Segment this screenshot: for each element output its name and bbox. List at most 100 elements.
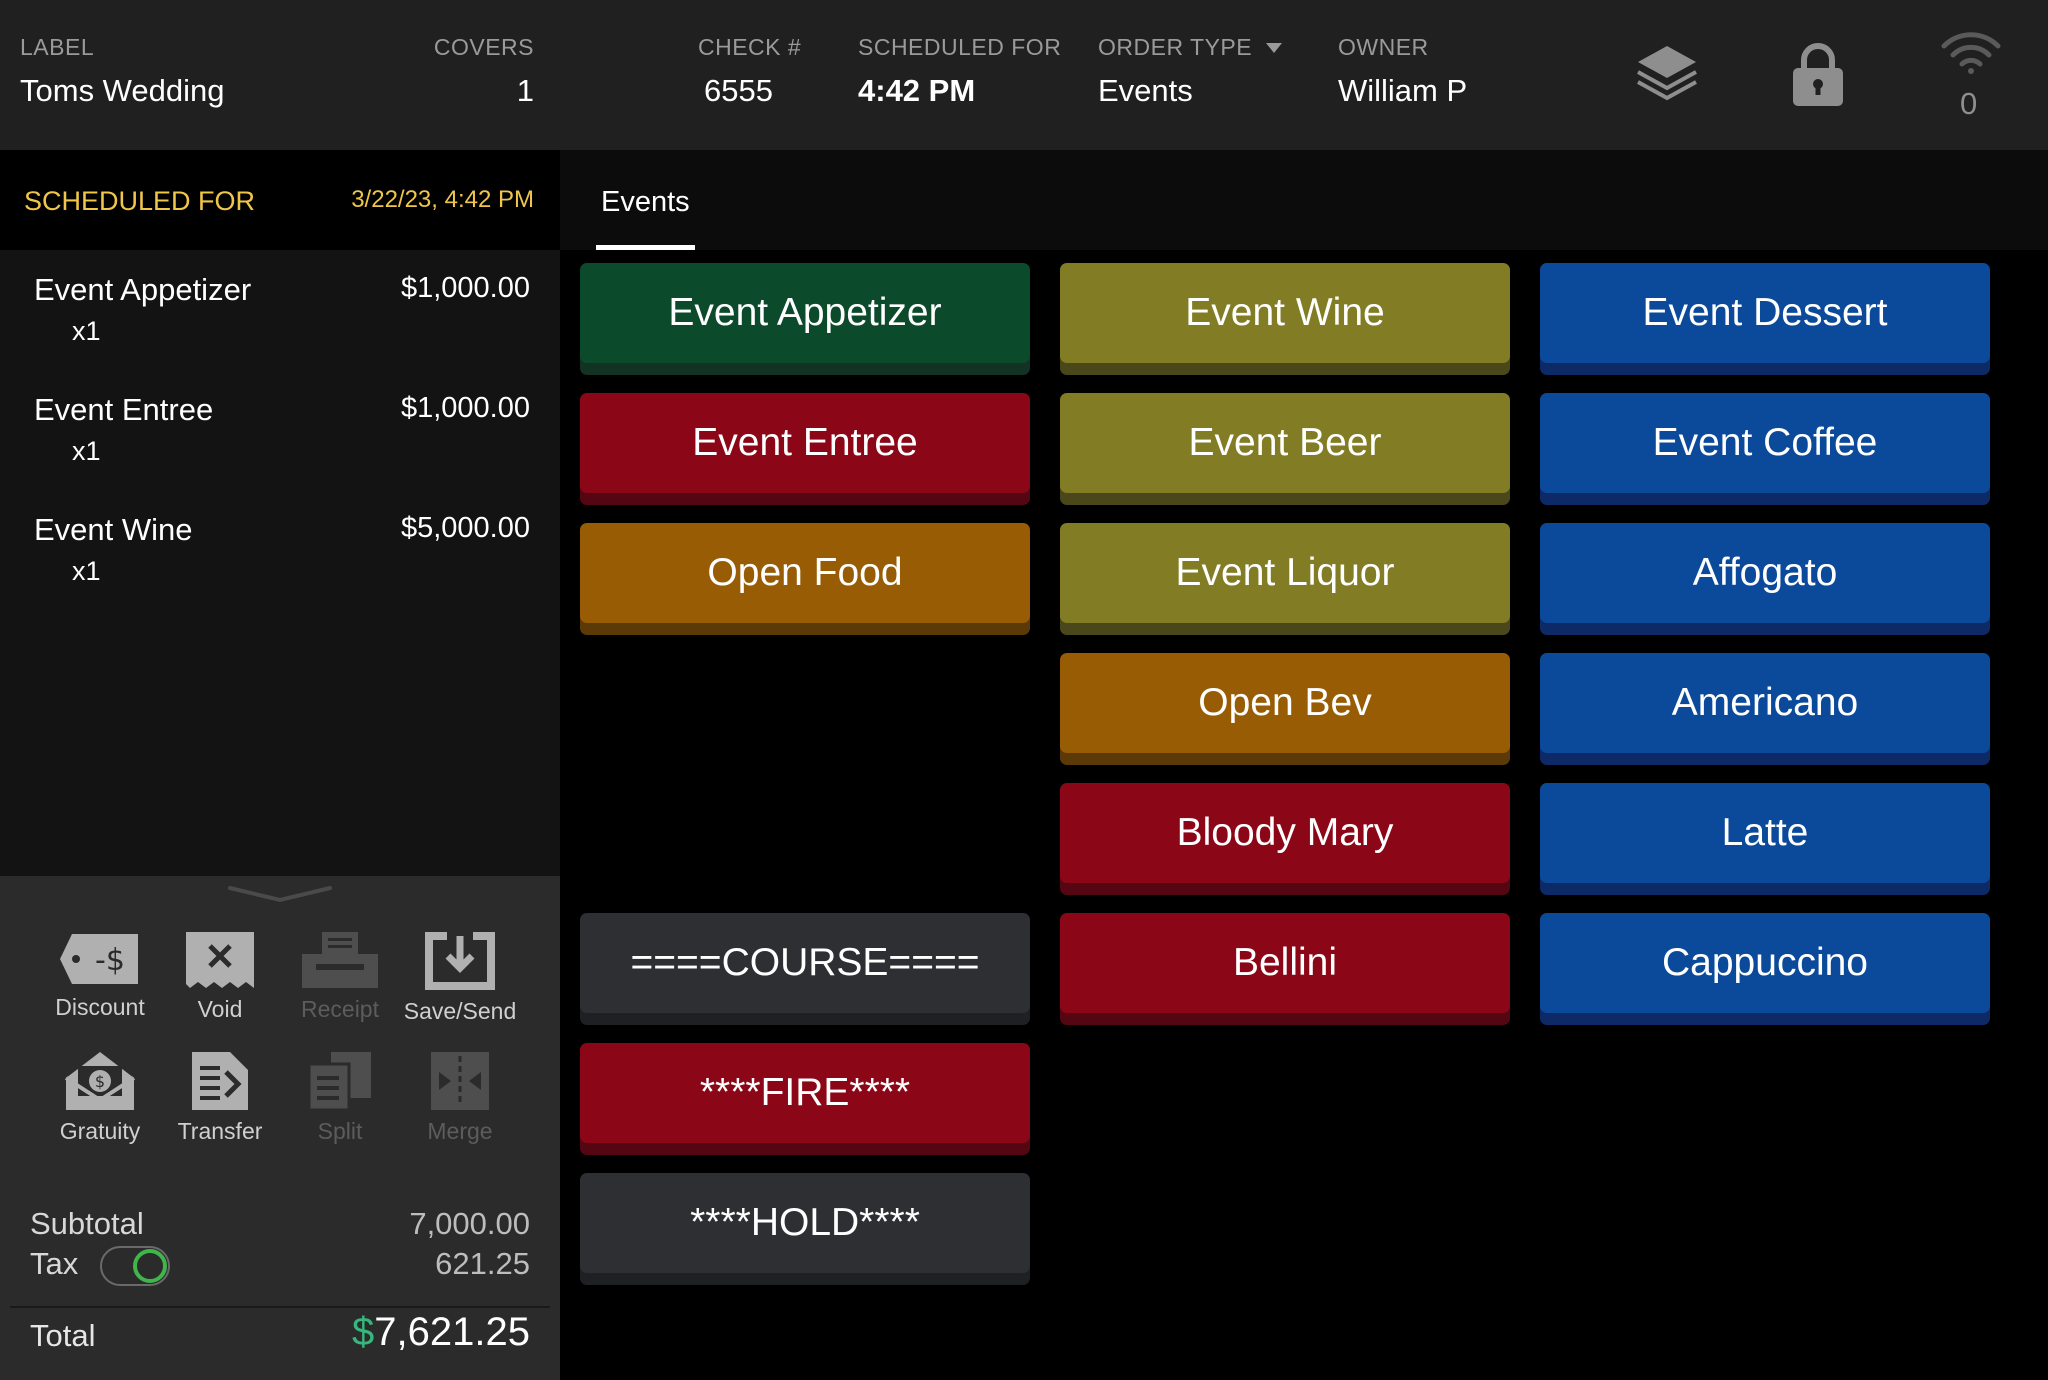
wifi-icon[interactable] (1940, 30, 2002, 79)
owner-value: William P (1338, 73, 1468, 108)
label-caption: LABEL (20, 34, 95, 60)
order-item-price: $1,000.00 (400, 392, 530, 424)
covers-value: 1 (516, 73, 534, 108)
fire-button[interactable]: ****FIRE**** (580, 1043, 1030, 1143)
order-type-caption: ORDER TYPE (1098, 34, 1283, 61)
menu-item-bellini[interactable]: Bellini (1060, 913, 1510, 1013)
order-line-item[interactable]: Event Wine x1 $5,000.00 (34, 512, 530, 622)
subtotal-row: Subtotal 7,000.00 (30, 1206, 530, 1246)
wifi-count: 0 (1960, 86, 1978, 121)
scheduled-field[interactable]: SCHEDULED FOR 4:42 PM (858, 34, 1061, 109)
check-field: CHECK # 6555 (698, 34, 801, 109)
scheduled-caption: SCHEDULED FOR (858, 34, 1062, 60)
actions-panel: -$ Discount Void Receipt Save/Send $ Gra… (0, 876, 560, 1380)
tax-toggle-knob (133, 1249, 167, 1283)
order-line-item[interactable]: Event Entree x1 $1,000.00 (34, 392, 530, 502)
menu-item-event-wine[interactable]: Event Wine (1060, 263, 1510, 363)
covers-field[interactable]: COVERS 1 (433, 34, 534, 109)
merge-button[interactable]: Merge (400, 1050, 520, 1160)
menu-item-bloody-mary[interactable]: Bloody Mary (1060, 783, 1510, 883)
menu-item-affogato[interactable]: Affogato (1540, 523, 1990, 623)
order-line-item[interactable]: Event Appetizer x1 $1,000.00 (34, 272, 530, 382)
svg-text:$: $ (95, 1072, 105, 1091)
void-receipt-icon (186, 932, 254, 988)
layers-icon[interactable] (1634, 42, 1700, 109)
save-send-icon (425, 932, 495, 990)
save-send-label: Save/Send (403, 998, 517, 1024)
printer-icon (302, 932, 378, 988)
hold-button[interactable]: ****HOLD**** (580, 1173, 1030, 1273)
menu-tab-bar: Events (560, 150, 2048, 250)
merge-label: Merge (427, 1118, 493, 1144)
menu-item-open-food[interactable]: Open Food (580, 523, 1030, 623)
void-label: Void (197, 996, 243, 1022)
menu-item-open-bev[interactable]: Open Bev (1060, 653, 1510, 753)
scheduled-bar-label: SCHEDULED FOR (24, 186, 256, 216)
gratuity-label: Gratuity (59, 1118, 141, 1144)
lock-icon[interactable] (1790, 40, 1846, 113)
totals-divider (10, 1306, 550, 1308)
menu-item-americano[interactable]: Americano (1540, 653, 1990, 753)
menu-item-latte[interactable]: Latte (1540, 783, 1990, 883)
discount-tag-icon: -$ (60, 934, 138, 984)
gratuity-button[interactable]: $ Gratuity (40, 1050, 160, 1160)
menu-item-event-entree[interactable]: Event Entree (580, 393, 1030, 493)
save-send-button[interactable]: Save/Send (400, 930, 520, 1040)
menu-item-event-coffee[interactable]: Event Coffee (1540, 393, 1990, 493)
transfer-label: Transfer (177, 1118, 263, 1144)
tab-events-label: Events (601, 186, 690, 218)
subtotal-label: Subtotal (30, 1206, 144, 1241)
menu-item-event-appetizer[interactable]: Event Appetizer (580, 263, 1030, 363)
order-panel: SCHEDULED FOR 3/22/23, 4:42 PM Event App… (0, 150, 560, 1380)
chevron-down-icon (1266, 42, 1283, 53)
scheduled-value: 4:42 PM (858, 73, 976, 108)
owner-caption: OWNER (1338, 34, 1429, 60)
discount-label: Discount (55, 994, 145, 1020)
menu-item-cappuccino[interactable]: Cappuccino (1540, 913, 1990, 1013)
tab-events[interactable]: Events (596, 150, 695, 250)
transfer-button[interactable]: Transfer (160, 1050, 280, 1160)
menu-item-event-liquor[interactable]: Event Liquor (1060, 523, 1510, 623)
gratuity-envelope-icon: $ (64, 1052, 136, 1110)
order-type-field[interactable]: ORDER TYPE Events (1098, 34, 1283, 109)
svg-text:-$: -$ (95, 943, 125, 978)
split-label: Split (317, 1118, 363, 1144)
void-button[interactable]: Void (160, 930, 280, 1040)
receipt-button[interactable]: Receipt (280, 930, 400, 1040)
check-caption: CHECK # (698, 34, 802, 60)
tab-active-indicator (596, 245, 695, 250)
tax-value: 621.25 (435, 1246, 530, 1281)
transfer-icon (192, 1052, 248, 1110)
course-button[interactable]: ====COURSE==== (580, 913, 1030, 1013)
total-currency: $ (352, 1310, 375, 1354)
label-value: Toms Wedding (20, 73, 225, 108)
header-bar: LABEL Toms Wedding COVERS 1 CHECK # 6555… (0, 0, 2048, 150)
total-value: $7,621.25 (352, 1310, 530, 1355)
order-item-qty: x1 (72, 556, 101, 586)
merge-icon (431, 1052, 489, 1110)
order-item-name: Event Appetizer (34, 272, 252, 307)
order-type-value: Events (1098, 73, 1193, 108)
order-item-name: Event Wine (34, 512, 193, 547)
split-button[interactable]: Split (280, 1050, 400, 1160)
total-label: Total (30, 1318, 96, 1353)
scheduled-bar-date: 3/22/23, 4:42 PM (351, 186, 534, 213)
tax-toggle[interactable] (100, 1246, 170, 1286)
covers-caption: COVERS (433, 34, 534, 60)
scheduled-bar[interactable]: SCHEDULED FOR 3/22/23, 4:42 PM (0, 150, 560, 250)
label-field[interactable]: LABEL Toms Wedding (20, 34, 224, 109)
tax-label: Tax (30, 1246, 79, 1281)
discount-button[interactable]: -$ Discount (40, 930, 160, 1040)
owner-field[interactable]: OWNER William P (1338, 34, 1467, 109)
check-value: 6555 (704, 73, 773, 108)
order-item-name: Event Entree (34, 392, 214, 427)
panel-grip-chevron-icon[interactable] (228, 884, 332, 909)
order-item-price: $5,000.00 (400, 512, 530, 544)
order-type-caption-text: ORDER TYPE (1098, 34, 1253, 60)
menu-item-event-beer[interactable]: Event Beer (1060, 393, 1510, 493)
menu-item-event-dessert[interactable]: Event Dessert (1540, 263, 1990, 363)
receipt-label: Receipt (301, 996, 379, 1022)
split-icon (307, 1052, 371, 1112)
order-item-qty: x1 (72, 436, 101, 466)
subtotal-value: 7,000.00 (409, 1206, 530, 1241)
